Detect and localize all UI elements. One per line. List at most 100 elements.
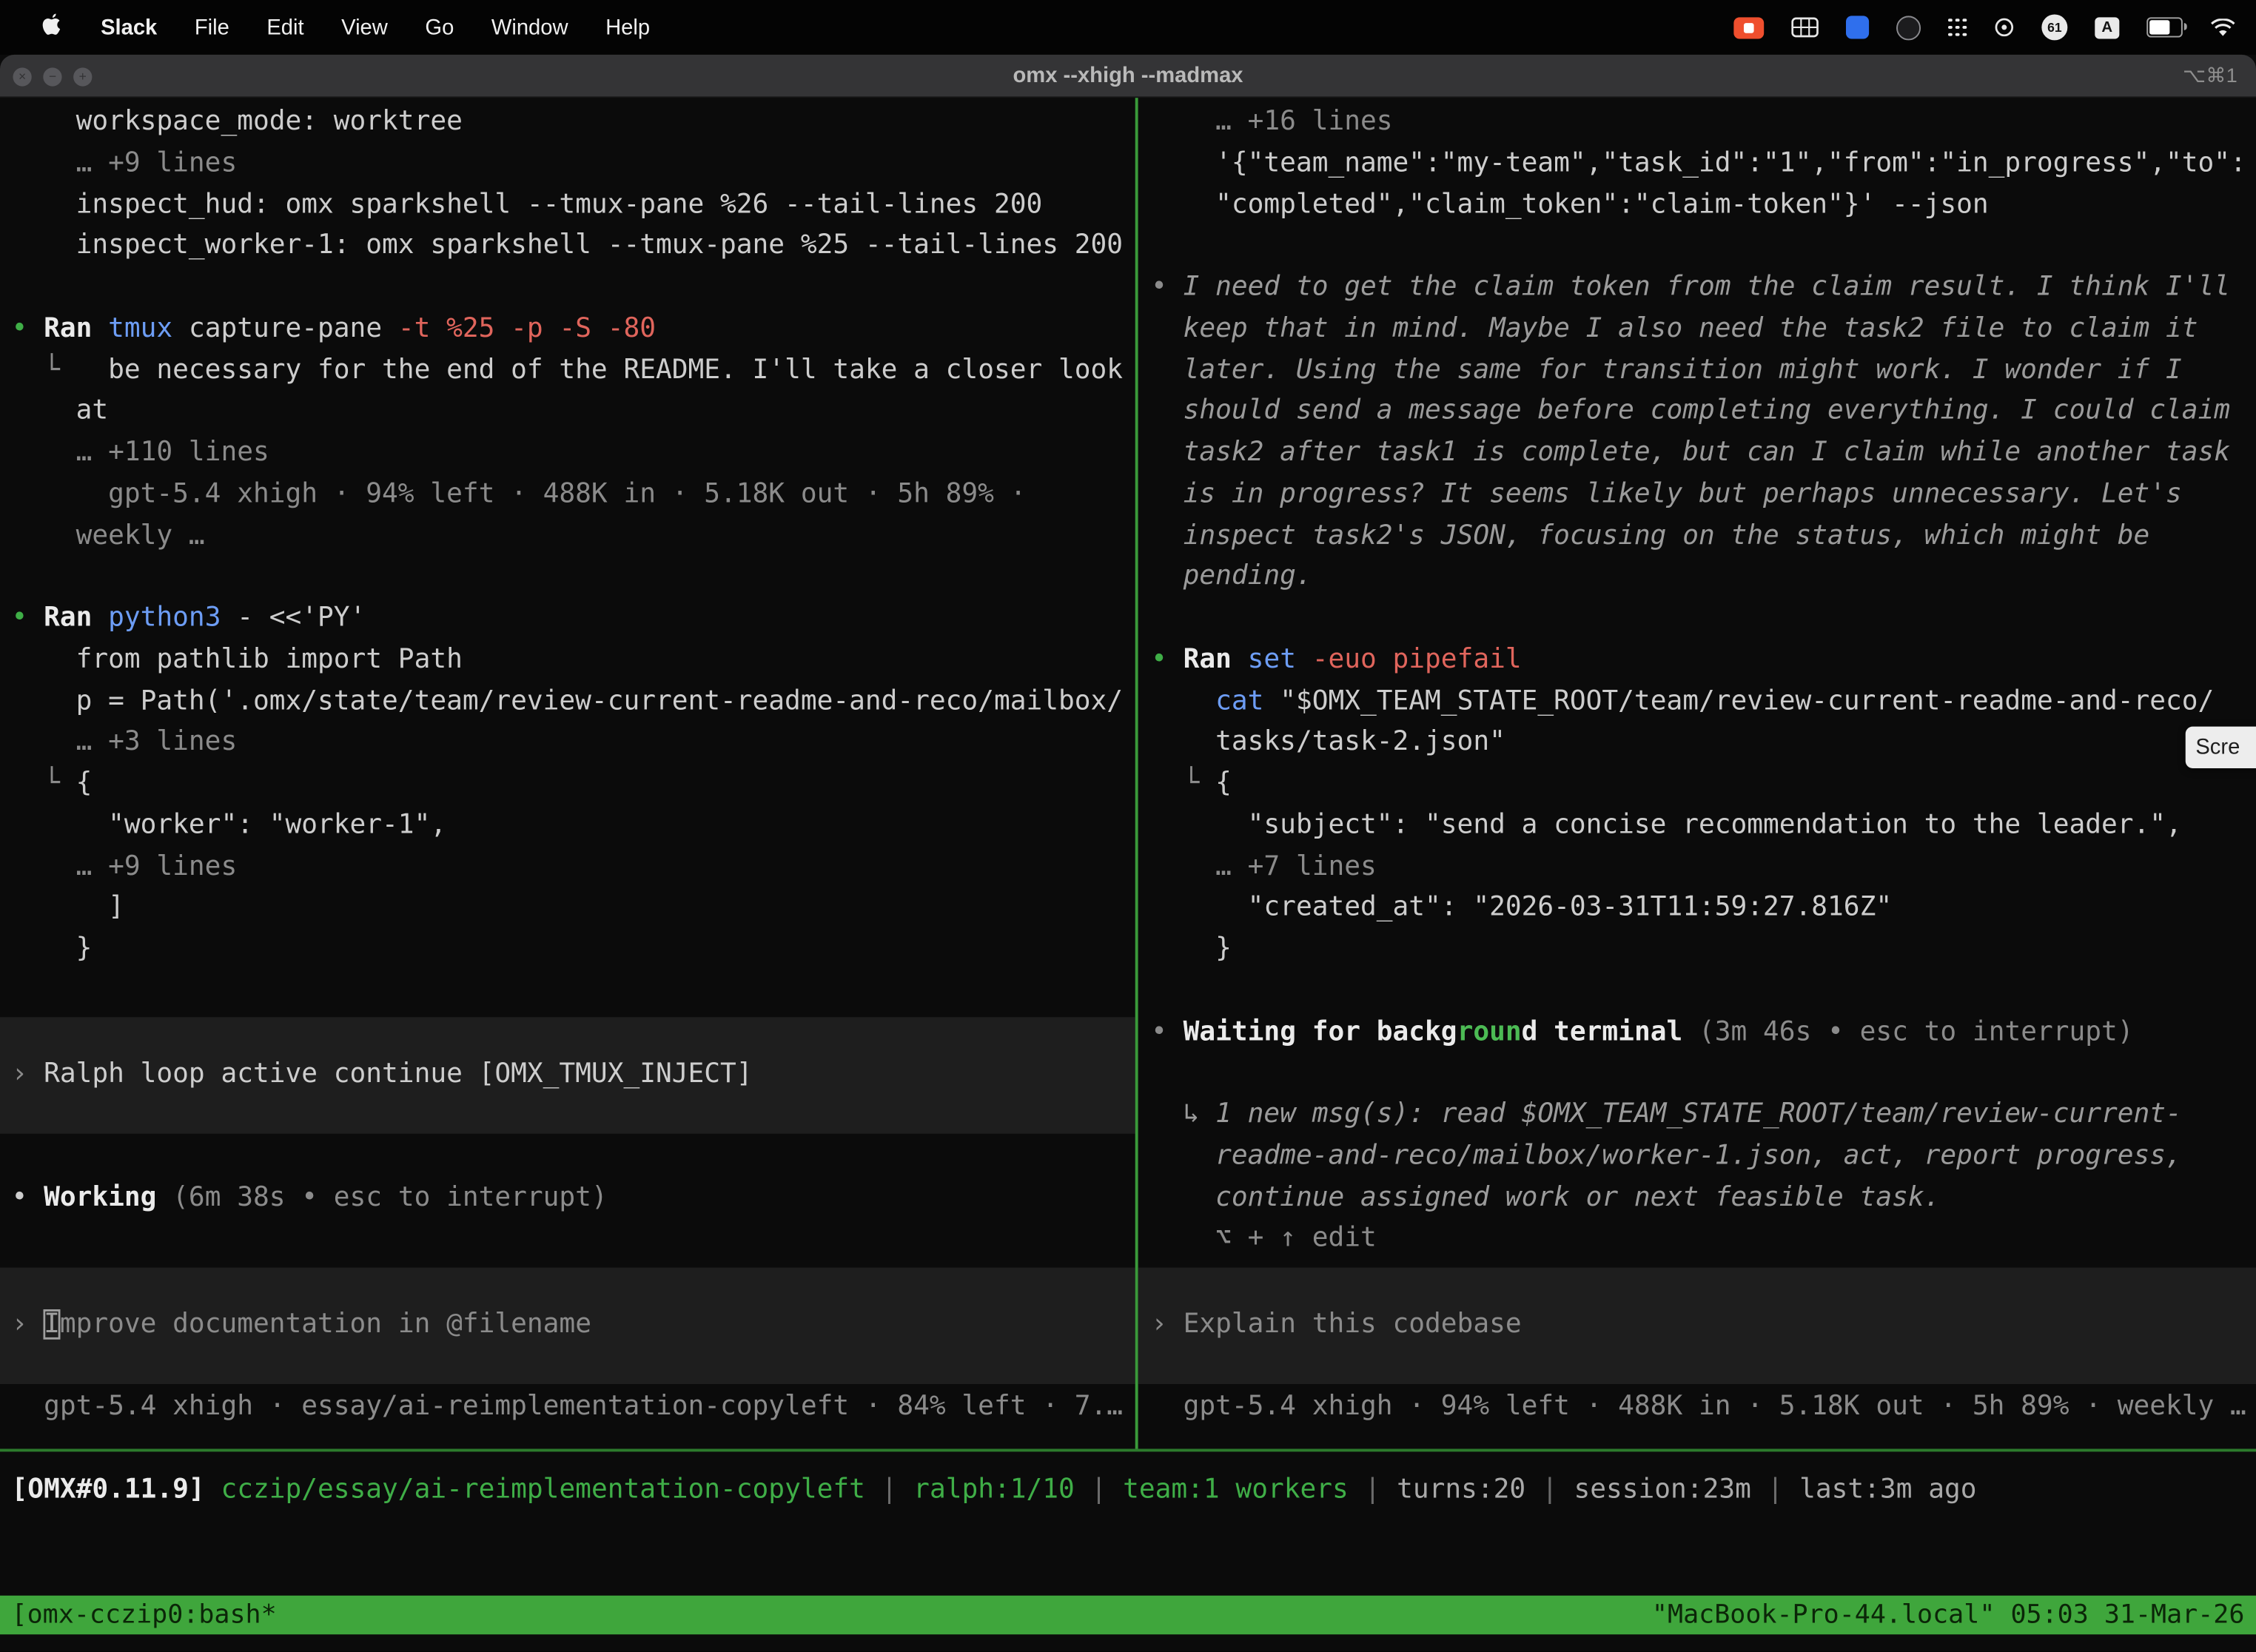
menu-bar-status-icons: 61 A [1734, 14, 2256, 40]
terminal-line: inspect_worker-1: omx sparkshell --tmux-… [12, 226, 1135, 268]
terminal-line: … +9 lines [12, 144, 1135, 185]
traffic-lights: × − + [13, 55, 92, 98]
grid-icon[interactable] [1792, 17, 1819, 37]
terminal-line: • Waiting for background terminal (3m 46… [1151, 1013, 2256, 1054]
terminal-line: '{"team_name":"my-team","task_id":"1","f… [1151, 144, 2256, 185]
wifi-icon[interactable] [2210, 18, 2236, 36]
terminal[interactable]: workspace_mode: worktree … +9 lines insp… [0, 98, 2256, 1651]
dark-circle-app-icon[interactable] [1896, 15, 1921, 39]
input-source-icon[interactable]: A [2095, 16, 2119, 38]
pane-left[interactable]: workspace_mode: worktree … +9 lines insp… [0, 98, 1135, 1448]
terminal-line: ] [12, 888, 1135, 930]
model-status-right: gpt-5.4 xhigh · 94% left · 488K in · 5.1… [1151, 1387, 2256, 1428]
working-status: • Working (6m 38s • esc to interrupt) [12, 1178, 1135, 1220]
prompt-input-right[interactable]: › Explain this codebase [1138, 1268, 2256, 1384]
battery-gauge-icon[interactable]: 61 [2041, 14, 2067, 40]
terminal-line: └ be necessary for the end of the README… [12, 350, 1135, 392]
pane-right-output: … +16 lines '{"team_name":"my-team","tas… [1151, 102, 2256, 1260]
menu-bar-left: Slack File Edit View Go Window Help [0, 12, 668, 44]
terminal-line: cat "$OMX_TEAM_STATE_ROOT/team/review-cu… [1151, 681, 2256, 722]
terminal-line: later. Using the same for transition mig… [1151, 350, 2256, 392]
battery-icon[interactable] [2146, 17, 2183, 37]
menu-app-slack[interactable]: Slack [82, 15, 176, 39]
agent-banner-text: › Ralph loop active continue [OMX_TMUX_I… [12, 1055, 753, 1096]
screen: Slack File Edit View Go Window Help [0, 0, 2256, 1652]
agent-banner: › Ralph loop active continue [OMX_TMUX_I… [0, 1017, 1135, 1133]
pane-left-output: workspace_mode: worktree … +9 lines insp… [12, 102, 1135, 971]
terminal-line: › Ralph loop active continue [OMX_TMUX_I… [12, 1055, 753, 1096]
prompt-input-left[interactable]: › Improve documentation in @filename [0, 1268, 1135, 1384]
terminal-line [12, 268, 1135, 309]
terminal-line: is in progress? It seems likely but perh… [1151, 474, 2256, 516]
apple-menu-icon[interactable] [23, 12, 82, 44]
close-icon: × [19, 67, 26, 85]
menu-go[interactable]: Go [406, 15, 472, 39]
terminal-line [1151, 1053, 2256, 1095]
close-button[interactable]: × [13, 67, 31, 85]
screen-recording-icon[interactable] [1734, 16, 1765, 38]
terminal-line: readme-and-reco/mailbox/worker-1.json, a… [1151, 1136, 2256, 1178]
terminal-line: task2 after task1 is complete, but can I… [1151, 433, 2256, 474]
terminal-line: weekly … [12, 516, 1135, 557]
dots-grid-icon[interactable] [1948, 19, 1967, 37]
terminal-line: › Improve documentation in @filename [12, 1305, 591, 1346]
zoom-button[interactable]: + [73, 67, 92, 85]
menu-help[interactable]: Help [587, 15, 669, 39]
minimize-button[interactable]: − [43, 67, 61, 85]
prompt-input-right-text: › Explain this codebase [1151, 1305, 1522, 1346]
terminal-line: inspect task2's JSON, focusing on the st… [1151, 516, 2256, 557]
minimize-icon: − [49, 67, 56, 85]
zoom-icon: + [79, 67, 87, 85]
hud-status-line: [OMX#0.11.9] cczip/essay/ai-reimplementa… [12, 1471, 2256, 1512]
terminal-line: └ { [12, 764, 1135, 805]
terminal-line: • Ran set -euo pipefail [1151, 640, 2256, 682]
terminal-line: ↳ 1 new msg(s): read $OMX_TEAM_STATE_ROO… [1151, 1095, 2256, 1136]
window-title: omx --xhigh --madmax [1013, 64, 1243, 88]
hud-divider [0, 1448, 2256, 1451]
terminal-line: • I need to get the claim token from the… [1151, 268, 2256, 309]
terminal-line: • Ran tmux capture-pane -t %25 -p -S -80 [12, 309, 1135, 350]
tmux-status-bar: [omx-cczip0:bash* "MacBook-Pro-44.local"… [0, 1596, 2256, 1634]
terminal-line: • Working (6m 38s • esc to interrupt) [12, 1178, 1135, 1220]
terminal-line: } [1151, 930, 2256, 971]
terminal-line: gpt-5.4 xhigh · 94% left · 488K in · 5.1… [12, 474, 1135, 516]
terminal-line: └ { [1151, 764, 2256, 805]
model-status-left: gpt-5.4 xhigh · essay/ai-reimplementatio… [12, 1387, 1135, 1428]
terminal-line: continue assigned work or next feasible … [1151, 1178, 2256, 1219]
terminal-line: … +9 lines [12, 847, 1135, 888]
terminal-line: [OMX#0.11.9] cczip/essay/ai-reimplementa… [12, 1471, 2256, 1512]
terminal-line [1151, 599, 2256, 640]
terminal-line: tasks/task-2.json" [1151, 722, 2256, 764]
terminal-line: … +7 lines [1151, 847, 2256, 888]
menu-window[interactable]: Window [473, 15, 587, 39]
terminal-line: "worker": "worker-1", [12, 805, 1135, 847]
terminal-line: should send a message before completing … [1151, 392, 2256, 433]
terminal-line: "subject": "send a concise recommendatio… [1151, 805, 2256, 847]
terminal-line: workspace_mode: worktree [12, 102, 1135, 144]
terminal-line: "created_at": "2026-03-31T11:59:27.816Z" [1151, 888, 2256, 930]
apple-logo-icon [41, 12, 63, 38]
terminal-line: keep that in mind. Maybe I also need the… [1151, 309, 2256, 350]
prompt-input-left-text: › Improve documentation in @filename [12, 1305, 591, 1346]
terminal-line: … +3 lines [12, 722, 1135, 764]
hud-status-text: [OMX#0.11.9] cczip/essay/ai-reimplementa… [12, 1471, 2256, 1512]
terminal-line: gpt-5.4 xhigh · 94% left · 488K in · 5.1… [1151, 1387, 2256, 1428]
terminal-line: at [12, 392, 1135, 433]
menu-view[interactable]: View [323, 15, 406, 39]
terminal-line: … +16 lines [1151, 102, 2256, 144]
pane-right[interactable]: … +16 lines '{"team_name":"my-team","tas… [1138, 98, 2256, 1448]
window-titlebar[interactable]: × − + omx --xhigh --madmax ⌥⌘1 [0, 55, 2256, 98]
blue-app-icon[interactable] [1846, 16, 1869, 38]
terminal-line: • Ran python3 - <<'PY' [12, 599, 1135, 640]
screen-tooltip: Scre [2186, 727, 2256, 768]
terminal-line: p = Path('.omx/state/team/review-current… [12, 681, 1135, 722]
menu-file[interactable]: File [176, 15, 249, 39]
small-app-icon[interactable] [1994, 17, 2014, 37]
terminal-line: inspect_hud: omx sparkshell --tmux-pane … [12, 185, 1135, 226]
terminal-line: "completed","claim_token":"claim-token"}… [1151, 185, 2256, 226]
terminal-line: } [12, 930, 1135, 971]
tmux-session-label: [omx-cczip0:bash* [12, 1600, 277, 1631]
terminal-line [1151, 226, 2256, 268]
terminal-line [12, 557, 1135, 599]
menu-edit[interactable]: Edit [248, 15, 323, 39]
